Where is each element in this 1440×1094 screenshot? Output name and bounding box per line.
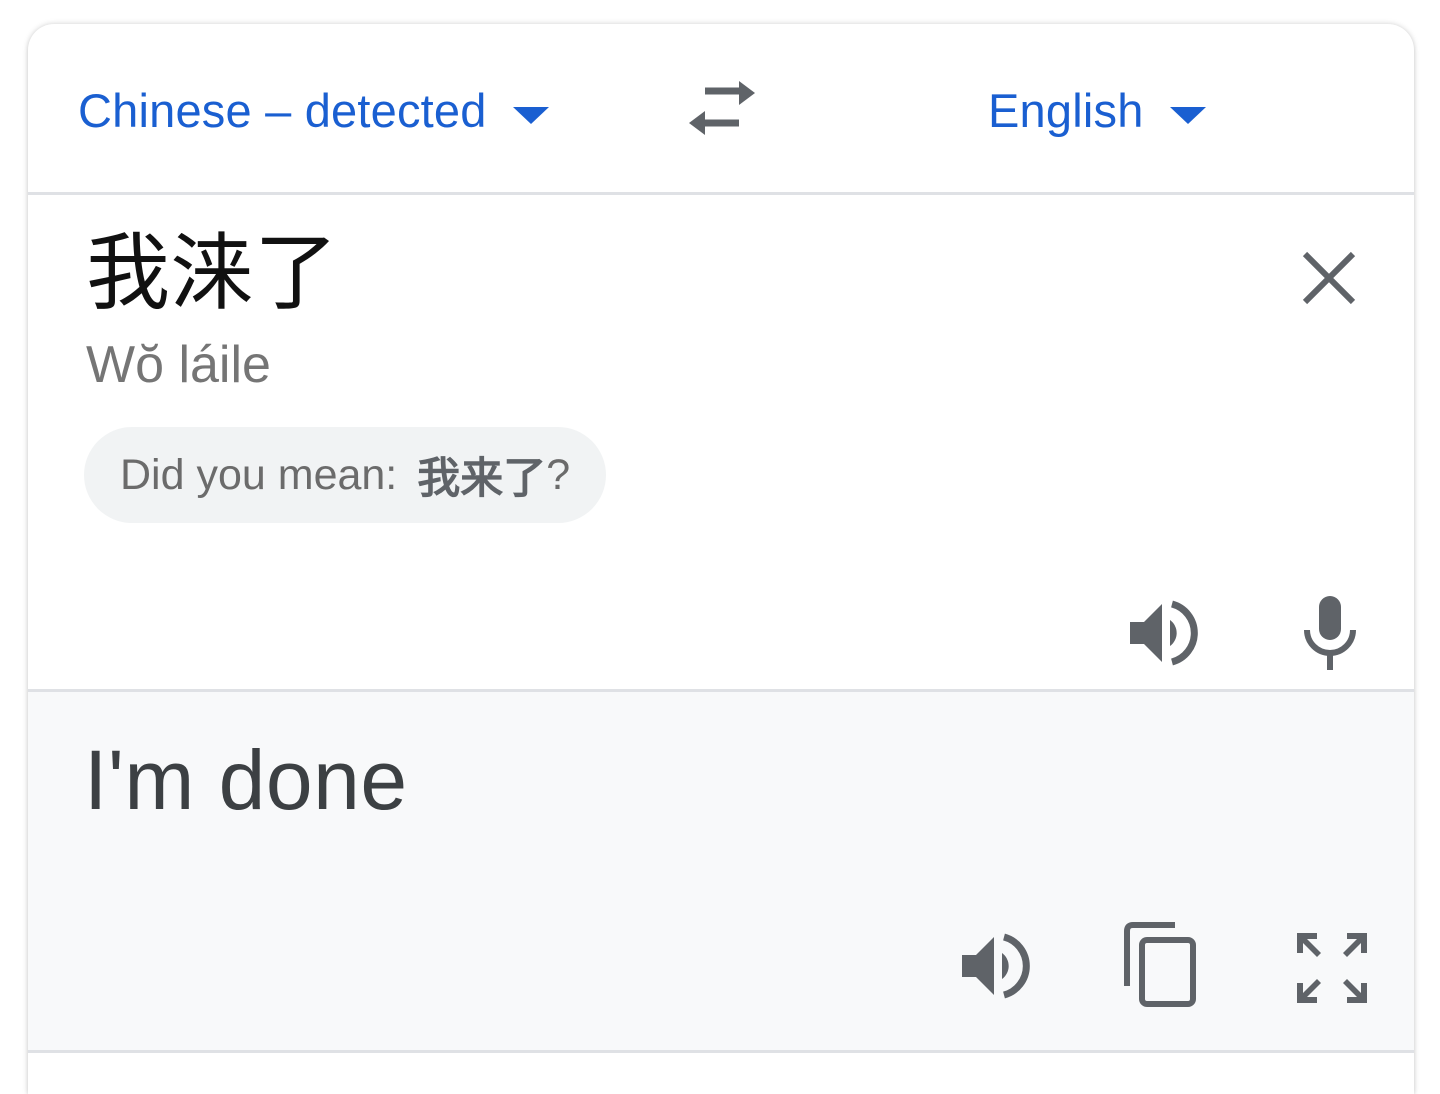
source-listen-button[interactable] (1122, 593, 1206, 673)
microphone-icon (1304, 596, 1356, 670)
fullscreen-button[interactable] (1292, 928, 1372, 1008)
translation-listen-button[interactable] (954, 926, 1038, 1006)
translation-text: I'm done (84, 733, 408, 827)
target-language-selector[interactable]: English (988, 80, 1206, 140)
did-you-mean-chip[interactable]: Did you mean: 我来了 ? (84, 427, 607, 523)
source-dropdown-caret-icon (512, 106, 549, 124)
source-text[interactable]: 我涞了 (86, 231, 338, 315)
translate-card: Chinese – detected English 我涞了 Wŏ láile … (28, 24, 1414, 1094)
copy-translation-button[interactable] (1120, 920, 1200, 1010)
source-language-selector[interactable]: Chinese – detected (78, 80, 549, 140)
target-language-label: English (988, 83, 1144, 137)
swap-arrows-icon (689, 81, 755, 135)
did-you-mean-label: Did you mean: (120, 450, 398, 499)
speaker-icon (962, 933, 1030, 999)
speaker-icon (1130, 600, 1198, 666)
close-icon (1302, 251, 1356, 305)
fullscreen-icon (1297, 933, 1367, 1003)
target-dropdown-caret-icon (1169, 106, 1206, 124)
source-pane[interactable]: 我涞了 Wŏ láile Did you mean: 我来了 ? (28, 195, 1414, 692)
did-you-mean-suffix: ? (546, 450, 571, 499)
language-bar: Chinese – detected English (28, 24, 1414, 195)
did-you-mean-value: 我来了 (417, 455, 547, 503)
translation-pane: I'm done (28, 692, 1414, 1053)
voice-input-button[interactable] (1292, 591, 1368, 675)
source-romanization: Wŏ láile (86, 336, 271, 394)
copy-icon (1124, 922, 1196, 1007)
source-language-label: Chinese – detected (78, 83, 487, 137)
swap-languages-button[interactable] (682, 74, 762, 144)
clear-text-button[interactable] (1294, 243, 1364, 313)
